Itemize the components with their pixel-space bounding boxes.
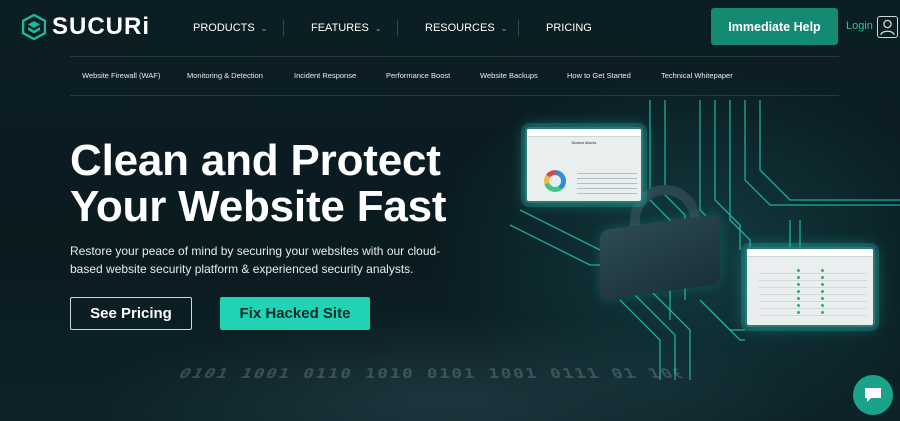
top-navbar: SUCURi PRODUCTS ⌄ FEATURES ⌄ RESOURCES ⌄… (0, 0, 900, 56)
sub-nav: Website Firewall (WAF) Monitoring & Dete… (82, 71, 733, 80)
subnav-item-performance[interactable]: Performance Boost (386, 71, 480, 80)
see-pricing-button[interactable]: See Pricing (70, 297, 192, 330)
chevron-down-icon: ⌄ (500, 23, 508, 33)
main-nav: PRODUCTS ⌄ FEATURES ⌄ RESOURCES ⌄ PRICIN… (193, 20, 592, 36)
subnav-item-monitoring[interactable]: Monitoring & Detection (187, 71, 294, 80)
chevron-down-icon: ⌄ (374, 23, 382, 33)
nav-pricing-label: PRICING (546, 22, 592, 34)
sucuri-logo[interactable]: SUCURi (22, 13, 150, 41)
screen-title: Blocked Attacks (571, 141, 597, 145)
chat-button[interactable] (853, 375, 893, 415)
immediate-help-button[interactable]: Immediate Help (711, 8, 838, 45)
nav-products-label: PRODUCTS (193, 22, 255, 34)
fix-hacked-site-button[interactable]: Fix Hacked Site (220, 297, 370, 330)
chevron-down-icon: ⌄ (260, 23, 268, 33)
subnav-item-backups[interactable]: Website Backups (480, 71, 567, 80)
nav-divider (518, 20, 519, 36)
screen-header (527, 129, 641, 137)
subnav-item-get-started[interactable]: How to Get Started (567, 71, 661, 80)
logo-text: SUCURi (52, 13, 151, 40)
subnav-item-waf[interactable]: Website Firewall (WAF) (82, 71, 187, 80)
hero-headline: Clean and Protect Your Website Fast (70, 136, 447, 231)
nav-products[interactable]: PRODUCTS ⌄ (193, 20, 283, 36)
nav-features[interactable]: FEATURES ⌄ (311, 20, 397, 36)
subnav-item-whitepaper[interactable]: Technical Whitepaper (661, 71, 733, 80)
nav-resources[interactable]: RESOURCES ⌄ (425, 20, 518, 36)
screen-header (747, 249, 873, 257)
nav-pricing[interactable]: PRICING (546, 20, 592, 36)
donut-chart-graphic (544, 170, 566, 192)
screen-rows (577, 173, 637, 198)
nav-divider (283, 20, 284, 36)
header-divider (70, 56, 839, 57)
chat-bubble-icon (865, 388, 881, 402)
subnav-divider (70, 95, 839, 96)
nav-divider (397, 20, 398, 36)
user-icon[interactable] (877, 16, 898, 38)
nav-resources-label: RESOURCES (425, 22, 495, 34)
subnav-item-incident-response[interactable]: Incident Response (294, 71, 386, 80)
login-link[interactable]: Login (846, 20, 873, 32)
hero-subtext: Restore your peace of mind by securing y… (70, 244, 441, 276)
sucuri-logo-icon (22, 14, 46, 40)
nav-features-label: FEATURES (311, 22, 369, 34)
screen-table (759, 267, 867, 316)
dashboard-screen-2 (745, 247, 875, 327)
dashboard-screen-1: Blocked Attacks (525, 127, 643, 203)
